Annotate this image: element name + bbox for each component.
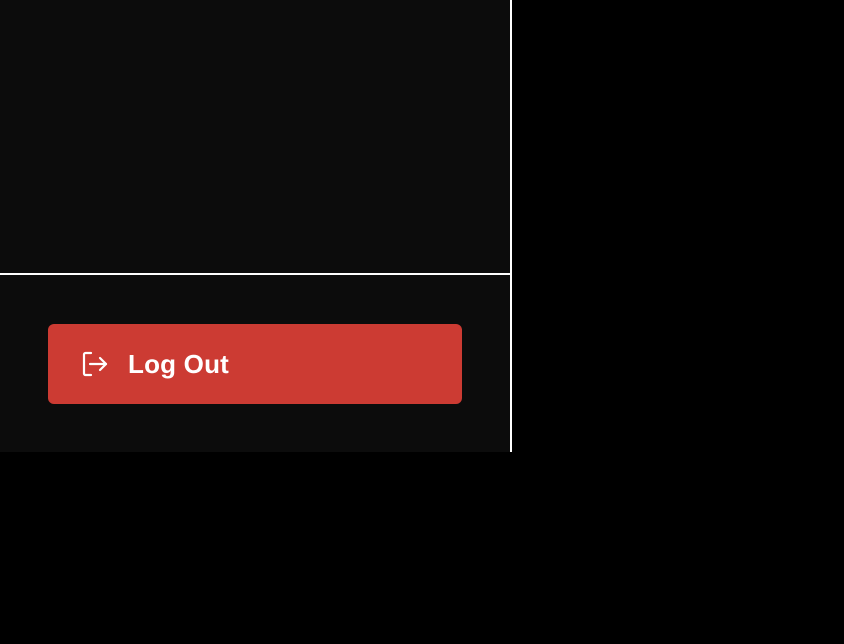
sidebar-panel: Log Out xyxy=(0,0,512,452)
bottom-blank-area xyxy=(0,452,844,644)
logout-button[interactable]: Log Out xyxy=(48,324,462,404)
logout-icon xyxy=(80,349,110,379)
main-content-area xyxy=(512,0,844,452)
sidebar-footer: Log Out xyxy=(0,275,510,452)
logout-label: Log Out xyxy=(128,348,230,379)
sidebar-content-area xyxy=(0,0,510,273)
